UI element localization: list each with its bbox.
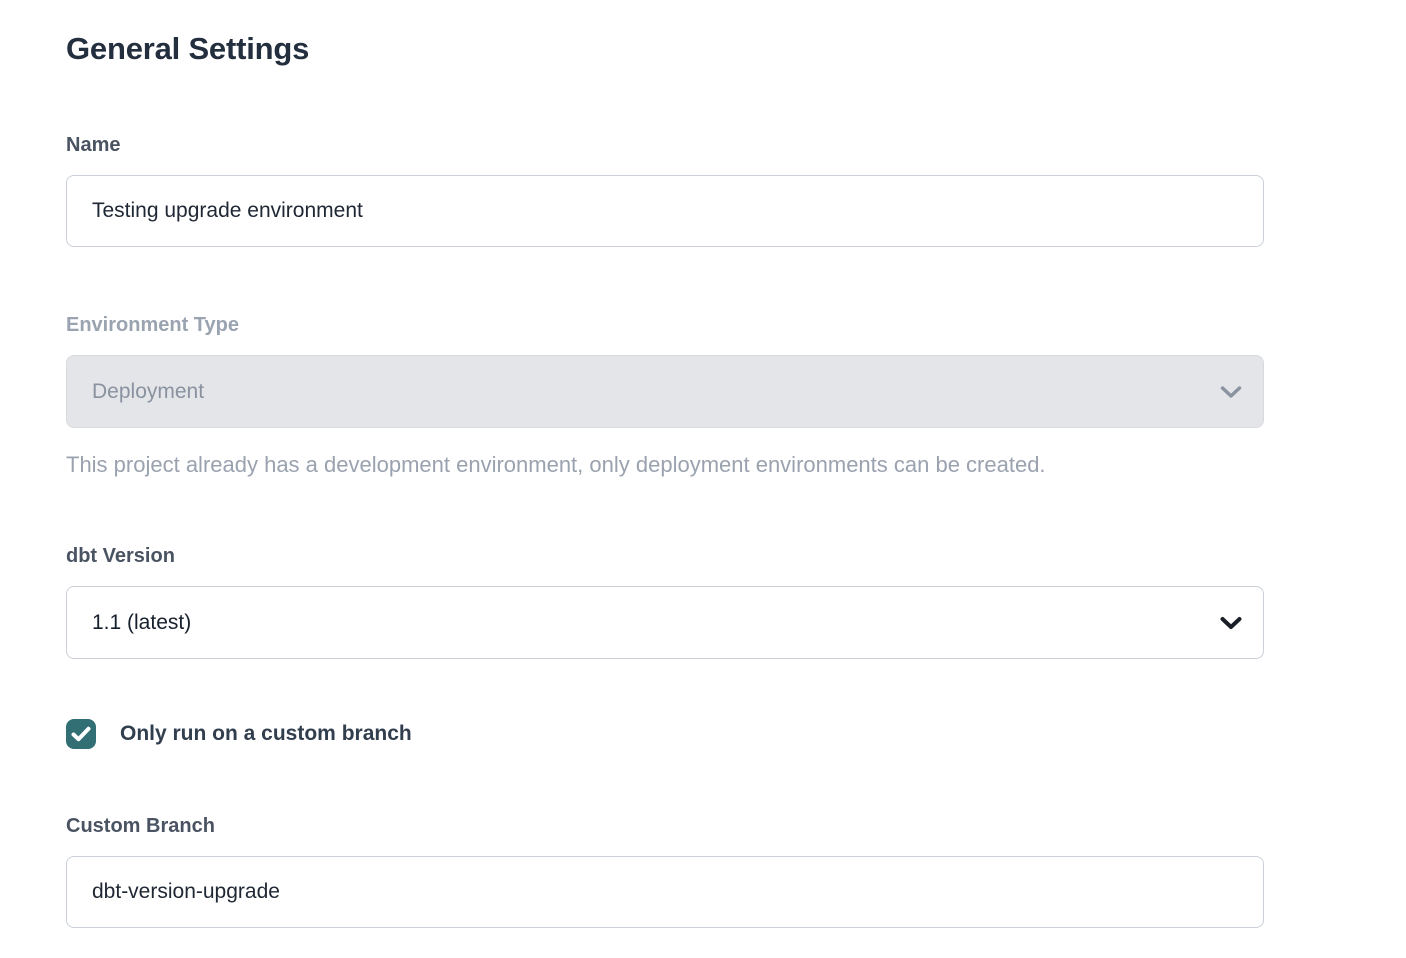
environment-type-field-group: Environment Type Deployment This project… (66, 312, 1264, 479)
checkmark-icon (71, 726, 91, 742)
custom-branch-checkbox[interactable] (66, 719, 96, 749)
dbt-version-select[interactable]: 1.1 (latest) (66, 586, 1264, 659)
dbt-version-selected-value: 1.1 (latest) (92, 611, 191, 635)
chevron-down-icon (1220, 385, 1242, 398)
chevron-down-icon (1220, 616, 1242, 629)
environment-type-helper-text: This project already has a development e… (66, 450, 1264, 479)
environment-type-selected-value: Deployment (92, 380, 204, 404)
custom-branch-field-group: Custom Branch (66, 813, 1264, 928)
dbt-version-label: dbt Version (66, 543, 1264, 569)
name-input[interactable] (66, 175, 1264, 247)
name-label: Name (66, 132, 1264, 158)
name-field-group: Name (66, 132, 1264, 247)
custom-branch-label: Custom Branch (66, 813, 1264, 839)
custom-branch-checkbox-row: Only run on a custom branch (66, 719, 1264, 749)
environment-type-label: Environment Type (66, 312, 1264, 338)
page-title: General Settings (66, 28, 1264, 70)
custom-branch-checkbox-label: Only run on a custom branch (120, 722, 412, 746)
general-settings-page: General Settings Name Environment Type D… (0, 0, 1406, 958)
dbt-version-field-group: dbt Version 1.1 (latest) (66, 543, 1264, 659)
custom-branch-input[interactable] (66, 856, 1264, 928)
environment-type-select: Deployment (66, 355, 1264, 428)
